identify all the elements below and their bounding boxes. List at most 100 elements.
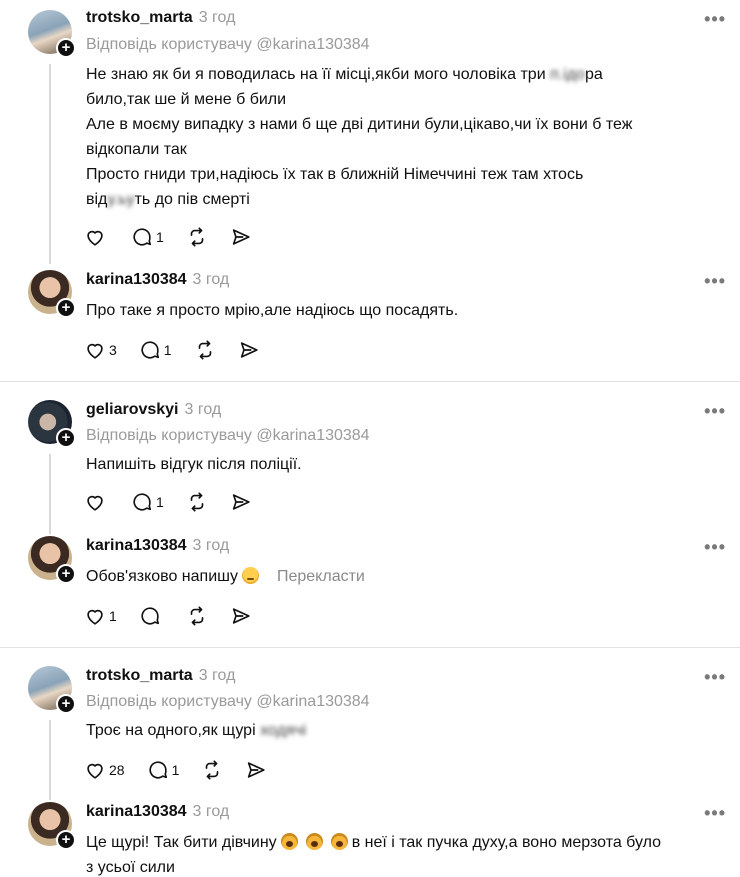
timestamp: 3 год [192, 803, 230, 820]
comment-text: Троє на одного,як щурі ходячі [86, 722, 307, 739]
comment-icon [131, 491, 153, 513]
repost-button[interactable] [194, 339, 216, 361]
action-bar: 3 1 [84, 338, 282, 362]
comment-icon [131, 226, 153, 248]
share-icon [230, 226, 252, 248]
share-button[interactable] [238, 339, 260, 361]
avatar[interactable]: + [28, 270, 76, 318]
comment-text: Не знаю як би я поводилась на її місці,я… [86, 66, 633, 208]
comments-feed: + trotsko_marta 3 год ••• Відповідь корис… [0, 0, 740, 877]
timestamp: 3 год [192, 271, 230, 288]
comment-icon [147, 759, 169, 781]
share-icon [230, 605, 252, 627]
scream-emoji-icon [330, 833, 348, 850]
like-button[interactable] [84, 226, 109, 248]
reply-to-label[interactable]: Відповідь користувачу @karina130384 [86, 427, 370, 445]
repost-button[interactable] [186, 491, 208, 513]
plus-icon[interactable]: + [56, 564, 76, 584]
timestamp: 3 год [198, 9, 236, 26]
share-icon [238, 339, 260, 361]
comment-icon [139, 339, 161, 361]
avatar[interactable]: + [28, 802, 76, 850]
like-button[interactable]: 1 [84, 605, 117, 627]
comment-button[interactable]: 1 [147, 759, 179, 781]
share-icon [245, 759, 267, 781]
more-icon[interactable]: ••• [704, 271, 726, 292]
repost-icon [194, 339, 216, 361]
comment-post: + trotsko_marta 3 год ••• Відповідь корис… [0, 664, 740, 800]
avatar[interactable]: + [28, 10, 76, 58]
username[interactable]: trotsko_marta 3 год [86, 9, 235, 27]
translate-link[interactable]: Перекласти [277, 568, 365, 585]
repost-button[interactable] [186, 605, 208, 627]
repost-button[interactable] [186, 226, 208, 248]
comment-post: + trotsko_marta 3 год ••• Відповідь корис… [0, 0, 740, 264]
scream-emoji-icon [305, 833, 323, 850]
more-icon[interactable]: ••• [704, 803, 726, 824]
plus-icon[interactable]: + [56, 694, 76, 714]
comment-button[interactable]: 1 [131, 491, 164, 513]
username[interactable]: karina130384 3 год [86, 803, 229, 821]
action-bar: 1 [84, 604, 274, 628]
repost-icon [201, 759, 223, 781]
comment-post: + karina130384 3 год ••• Це щурі! Так бит… [0, 800, 740, 877]
action-bar: 1 [84, 490, 274, 514]
avatar[interactable]: + [28, 666, 76, 714]
more-icon[interactable]: ••• [704, 401, 726, 422]
reply-to-label[interactable]: Відповідь користувачу @karina130384 [86, 693, 370, 711]
timestamp: 3 год [198, 667, 236, 684]
plus-icon[interactable]: + [56, 428, 76, 448]
repost-icon [186, 491, 208, 513]
scream-emoji-icon [280, 833, 298, 850]
sad-emoji-icon [241, 567, 259, 584]
comment-icon [139, 605, 161, 627]
more-icon[interactable]: ••• [704, 537, 726, 558]
comment-post: + karina130384 3 год ••• Обов'язково напи… [0, 534, 740, 644]
share-button[interactable] [230, 605, 252, 627]
comment-text: Про таке я просто мрію,але надіюсь що по… [86, 302, 459, 319]
plus-icon[interactable]: + [56, 830, 76, 850]
share-button[interactable] [245, 759, 267, 781]
like-button[interactable]: 3 [84, 339, 117, 361]
share-button[interactable] [230, 491, 252, 513]
repost-icon [186, 226, 208, 248]
heart-icon [84, 605, 106, 627]
username[interactable]: karina130384 3 год [86, 271, 229, 289]
more-icon[interactable]: ••• [704, 667, 726, 688]
action-bar: 28 1 [84, 758, 289, 782]
comment-button[interactable] [139, 605, 164, 627]
timestamp: 3 год [184, 401, 222, 418]
repost-button[interactable] [201, 759, 223, 781]
heart-icon [84, 339, 106, 361]
like-button[interactable] [84, 491, 109, 513]
heart-icon [84, 226, 106, 248]
avatar[interactable]: + [28, 536, 76, 584]
comment-text: Це щурі! Так бити дівчину в неї і так пуч… [86, 833, 662, 876]
thread-line [49, 64, 51, 264]
thread-line [49, 454, 51, 534]
heart-icon [84, 491, 106, 513]
comment-button[interactable]: 1 [139, 339, 172, 361]
comment-post: + karina130384 3 год ••• Про таке я прост… [0, 268, 740, 378]
thread-line [49, 720, 51, 800]
plus-icon[interactable]: + [56, 298, 76, 318]
repost-icon [186, 605, 208, 627]
username[interactable]: trotsko_marta 3 год [86, 667, 235, 685]
more-icon[interactable]: ••• [704, 9, 726, 30]
like-button[interactable]: 28 [84, 759, 125, 781]
share-icon [230, 491, 252, 513]
avatar[interactable]: + [28, 400, 76, 448]
reply-to-label[interactable]: Відповідь користувачу @karina130384 [86, 36, 370, 54]
username[interactable]: geliarovskyi 3 год [86, 401, 221, 419]
comment-button[interactable]: 1 [131, 226, 164, 248]
comment-post: + geliarovskyi 3 год ••• Відповідь корист… [0, 398, 740, 534]
plus-icon[interactable]: + [56, 38, 76, 58]
comment-text: Напишіть відгук після поліції. [86, 456, 302, 473]
timestamp: 3 год [192, 537, 230, 554]
action-bar: 1 [84, 225, 274, 249]
heart-icon [84, 759, 106, 781]
username[interactable]: karina130384 3 год [86, 537, 229, 555]
divider [0, 381, 740, 382]
comment-text: Обов'язково напишу Перекласти [86, 567, 365, 585]
share-button[interactable] [230, 226, 252, 248]
